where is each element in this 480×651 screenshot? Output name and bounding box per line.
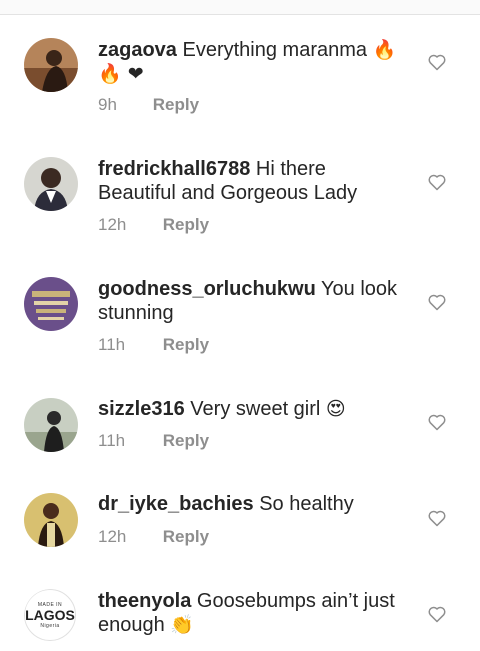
logo-small-bottom: Nigeria — [40, 622, 60, 629]
reply-button[interactable]: Reply — [163, 527, 209, 546]
comment-username[interactable]: fredrickhall6788 — [98, 158, 250, 180]
heart-outline-icon[interactable] — [427, 508, 447, 528]
comment-meta: 9h Reply — [98, 95, 199, 115]
comment-time: 11h — [98, 335, 126, 354]
reply-button[interactable]: Reply — [163, 431, 209, 450]
comment-time: 12h — [98, 215, 127, 234]
comment-username[interactable]: zagaova — [98, 39, 177, 61]
comment-body: zagaova Everything maranma 🔥 🔥 ❤ — [98, 38, 408, 86]
avatar[interactable] — [24, 277, 78, 331]
comment-body: goodness_orluchukwu You look stunning — [98, 277, 408, 325]
comment-text: So healthy — [259, 493, 354, 515]
comment-text: Very sweet girl — [190, 398, 321, 420]
comment-meta: 12h Reply — [98, 215, 209, 235]
avatar[interactable] — [24, 493, 78, 547]
heart-outline-icon[interactable] — [427, 172, 447, 192]
comment-text: Everything maranma — [182, 39, 368, 61]
reply-button[interactable]: Reply — [163, 335, 209, 354]
comment-username[interactable]: goodness_orluchukwu — [98, 278, 316, 300]
avatar[interactable] — [24, 398, 78, 452]
comment-time: 11h — [98, 431, 126, 450]
comment-body: dr_iyke_bachies So healthy — [98, 492, 408, 516]
logo-brand: LAGOS — [25, 606, 75, 623]
top-divider — [0, 0, 480, 15]
comment-username[interactable]: sizzle316 — [98, 398, 185, 420]
comment-body: sizzle316 Very sweet girl 😍 — [98, 397, 408, 421]
comment-meta: 11h Reply — [98, 431, 209, 451]
heart-outline-icon[interactable] — [427, 52, 447, 72]
avatar[interactable] — [24, 38, 78, 92]
comment-username[interactable]: dr_iyke_bachies — [98, 493, 254, 515]
heart-outline-icon[interactable] — [427, 604, 447, 624]
comment-body: theenyola Goosebumps ain’t just enough 👏 — [98, 589, 408, 637]
comment-meta: 11h Reply — [98, 335, 209, 355]
avatar[interactable]: MADE IN LAGOS Nigeria — [24, 589, 78, 643]
lagos-logo: MADE IN LAGOS Nigeria — [24, 589, 76, 641]
comment-username[interactable]: theenyola — [98, 590, 191, 612]
reply-button[interactable]: Reply — [163, 215, 209, 234]
comment-emoji: 👏 — [170, 614, 194, 636]
heart-outline-icon[interactable] — [427, 292, 447, 312]
comment-body: fredrickhall6788 Hi there Beautiful and … — [98, 157, 408, 205]
comment-time: 12h — [98, 527, 127, 546]
heart-outline-icon[interactable] — [427, 412, 447, 432]
comment-time: 9h — [98, 95, 117, 114]
reply-button[interactable]: Reply — [153, 95, 199, 114]
comment-emoji: 😍 — [325, 398, 346, 420]
avatar[interactable] — [24, 157, 78, 211]
comment-meta: 12h Reply — [98, 527, 209, 547]
